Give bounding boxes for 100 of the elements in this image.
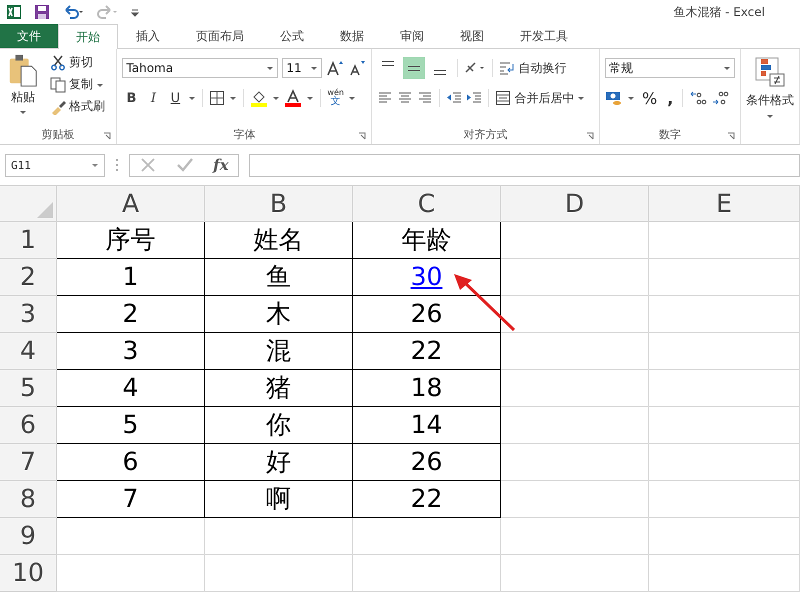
- merge-cells-icon: [495, 90, 512, 106]
- formula-field[interactable]: [249, 154, 800, 176]
- table-cell: 2: [57, 296, 205, 333]
- decrease-decimal-icon[interactable]: [711, 89, 730, 107]
- bold-button[interactable]: B: [122, 88, 140, 108]
- borders-icon[interactable]: [209, 90, 226, 106]
- paste-button[interactable]: 粘贴: [5, 53, 41, 124]
- table-cell: 混: [205, 333, 353, 370]
- table-cell: 5: [57, 407, 205, 444]
- conditional-formatting-icon: [754, 55, 786, 89]
- dropdown-icon[interactable]: [627, 94, 635, 102]
- row-header[interactable]: 7: [0, 444, 57, 481]
- table-cell: 啊: [205, 481, 353, 518]
- group-label: 剪贴板: [42, 126, 75, 142]
- increase-decimal-icon[interactable]: [689, 89, 708, 107]
- currency-icon[interactable]: [605, 89, 623, 107]
- align-lines-icon: [434, 70, 446, 75]
- cut-button[interactable]: 剪切: [50, 53, 105, 72]
- row-header[interactable]: 8: [0, 481, 57, 518]
- clipboard-icon: [7, 53, 39, 87]
- dialog-launcher-icon[interactable]: [727, 132, 735, 140]
- table-cell: 姓名: [205, 222, 353, 259]
- wrap-text-button[interactable]: 自动换行: [499, 58, 566, 78]
- fill-color-icon[interactable]: [250, 89, 268, 107]
- copy-button[interactable]: 复制: [50, 75, 105, 94]
- row-header[interactable]: 2: [0, 259, 57, 296]
- column-header[interactable]: D: [501, 186, 649, 222]
- dropdown-icon[interactable]: [272, 94, 280, 102]
- insert-function-button[interactable]: fx: [213, 156, 229, 174]
- vertical-align-button[interactable]: [403, 57, 426, 79]
- column-header[interactable]: A: [57, 186, 205, 222]
- table-cell: 1: [57, 259, 205, 296]
- row-header[interactable]: 4: [0, 333, 57, 370]
- column-header[interactable]: C: [353, 186, 501, 222]
- table-cell: 26: [353, 296, 501, 333]
- column-header[interactable]: E: [649, 186, 800, 222]
- grow-font-icon[interactable]: [326, 59, 344, 77]
- phonetic-button[interactable]: wén 文: [327, 89, 344, 107]
- save-icon[interactable]: [34, 4, 50, 20]
- caret-icon: [91, 161, 99, 169]
- percent-button[interactable]: %: [639, 88, 660, 108]
- dialog-launcher-icon[interactable]: [586, 132, 594, 140]
- comma-button[interactable]: ,: [664, 88, 676, 108]
- table-cell: 序号: [57, 222, 205, 259]
- dropdown-icon[interactable]: [188, 94, 196, 102]
- group-label: 数字: [659, 126, 681, 142]
- table-cell: 3: [57, 333, 205, 370]
- window-title: 鱼木混猪 - Excel: [673, 4, 765, 20]
- drag-handle-icon[interactable]: [115, 157, 119, 173]
- ribbon-tab[interactable]: 开始: [58, 24, 118, 49]
- table-cell: 好: [205, 444, 353, 481]
- row-header[interactable]: 9: [0, 518, 57, 555]
- dropdown-icon[interactable]: [229, 94, 238, 102]
- file-tab[interactable]: 文件: [0, 24, 58, 48]
- table-cell: 猪: [205, 370, 353, 407]
- caret-icon: [266, 64, 274, 72]
- table-cell: 18: [353, 370, 501, 407]
- ribbon-tab[interactable]: 公式: [262, 24, 322, 48]
- caret-icon: [310, 64, 318, 72]
- caret-icon: [766, 112, 774, 120]
- copy-icon: [50, 76, 66, 92]
- table-cell: 4: [57, 370, 205, 407]
- caret-icon: [577, 94, 586, 102]
- table-cell: 26: [353, 444, 501, 481]
- caret-icon: [723, 64, 731, 72]
- dropdown-icon[interactable]: [306, 94, 314, 102]
- format-painter-button[interactable]: 格式刷: [50, 97, 105, 116]
- font-size-field[interactable]: 11: [282, 58, 322, 78]
- table-cell: 木: [205, 296, 353, 333]
- row-header[interactable]: 1: [0, 222, 57, 259]
- font-name-field[interactable]: Tahoma: [122, 58, 278, 78]
- row-header[interactable]: 5: [0, 370, 57, 407]
- conditional-formatting-button[interactable]: 条件格式: [746, 53, 794, 120]
- number-format-field[interactable]: 常规: [605, 58, 735, 78]
- table-cell: 你: [205, 407, 353, 444]
- font-color-icon[interactable]: [284, 89, 302, 107]
- dialog-launcher-icon[interactable]: [358, 132, 366, 140]
- name-box[interactable]: G11: [5, 154, 105, 176]
- ribbon-tab[interactable]: 审阅: [382, 24, 442, 48]
- column-header[interactable]: B: [205, 186, 353, 222]
- table-cell: 7: [57, 481, 205, 518]
- underline-button[interactable]: U: [166, 88, 184, 108]
- dropdown-icon[interactable]: [348, 94, 356, 102]
- ribbon-tab[interactable]: 开发工具: [502, 24, 586, 48]
- ribbon-tab[interactable]: 插入: [118, 24, 178, 48]
- italic-button[interactable]: I: [144, 88, 162, 108]
- ribbon-tab[interactable]: 页面布局: [178, 24, 262, 48]
- shrink-font-icon[interactable]: [348, 59, 366, 77]
- customize-toolbar-icon[interactable]: [130, 7, 140, 17]
- group-label: 对齐方式: [464, 126, 508, 142]
- ribbon-tab[interactable]: 数据: [322, 24, 382, 48]
- merge-center-button[interactable]: 合并后居中: [495, 88, 586, 108]
- annotation-arrow: [452, 274, 518, 334]
- row-header[interactable]: 6: [0, 407, 57, 444]
- row-header[interactable]: 10: [0, 555, 57, 592]
- row-header[interactable]: 3: [0, 296, 57, 333]
- hyperlink[interactable]: 30: [410, 263, 442, 291]
- ribbon-tab[interactable]: 视图: [442, 24, 502, 48]
- dialog-launcher-icon[interactable]: [103, 132, 112, 140]
- table-cell: 22: [353, 333, 501, 370]
